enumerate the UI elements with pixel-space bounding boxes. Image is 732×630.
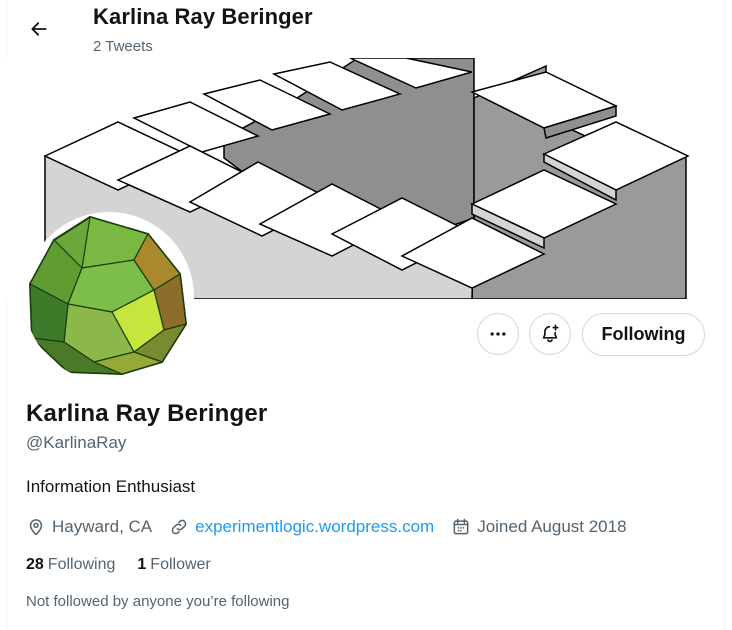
profile-handle: @KarlinaRay xyxy=(26,433,127,452)
column-border-right xyxy=(724,0,725,630)
followers-you-know[interactable]: Not followed by anyone you’re following xyxy=(26,593,290,610)
bell-plus-icon xyxy=(542,324,559,343)
following-count-label: Following xyxy=(47,556,116,573)
tweet-count: 2 Tweets xyxy=(93,38,153,55)
calendar-icon xyxy=(453,518,469,535)
profile-display-name: Karlina Ray Beringer xyxy=(26,400,268,427)
link-icon xyxy=(171,519,187,535)
following-count: 28 xyxy=(26,556,44,573)
website-link[interactable]: experimentlogic.wordpress.com xyxy=(195,517,434,537)
website-item: experimentlogic.wordpress.com xyxy=(169,517,434,537)
arrow-left-icon xyxy=(31,22,47,36)
joined-text: Joined August 2018 xyxy=(477,517,627,536)
location-pin-icon xyxy=(29,519,43,536)
profile-stats: 28 Following 1 Follower xyxy=(26,556,233,574)
back-button[interactable] xyxy=(22,12,56,46)
followers-count-link[interactable]: 1 Follower xyxy=(137,556,210,574)
more-horizontal-icon xyxy=(490,332,506,336)
followers-count: 1 xyxy=(137,556,147,573)
location-text: Hayward, CA xyxy=(52,517,153,536)
followers-count-label: Follower xyxy=(150,556,211,573)
profile-bio: Information Enthusiast xyxy=(26,477,196,496)
joined-item: Joined August 2018 xyxy=(451,517,627,537)
notifications-button[interactable] xyxy=(529,313,571,355)
profile-top-header: Karlina Ray Beringer 2 Tweets xyxy=(0,0,724,60)
location-item: Hayward, CA xyxy=(26,517,152,537)
profile-meta: Hayward, CA experimentlogic.wordpress.co… xyxy=(26,514,644,540)
following-count-link[interactable]: 28 Following xyxy=(26,556,115,574)
more-options-button[interactable] xyxy=(477,313,519,355)
following-button[interactable]: Following xyxy=(582,313,705,356)
header-title: Karlina Ray Beringer xyxy=(93,4,313,29)
profile-avatar[interactable] xyxy=(24,212,194,382)
polyhedron-image xyxy=(28,215,188,376)
